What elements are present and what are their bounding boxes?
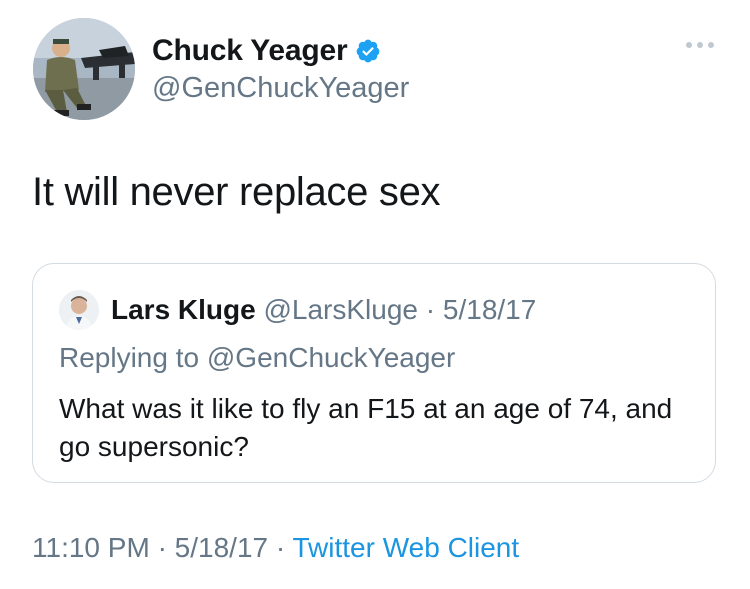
- quoted-tweet-text: What was it like to fly an F15 at an age…: [59, 393, 673, 462]
- author-handle[interactable]: @GenChuckYeager: [152, 72, 409, 105]
- meta-separator-2: ·: [268, 532, 292, 563]
- more-options-icon[interactable]: [684, 38, 716, 50]
- quoted-author-avatar[interactable]: [59, 290, 99, 330]
- replying-to-line: Replying to @GenChuckYeager: [59, 342, 455, 374]
- tweet-meta-row: 11:10 PM · 5/18/17 · Twitter Web Client: [32, 532, 519, 564]
- author-name[interactable]: Chuck Yeager: [152, 34, 348, 68]
- tweet-date[interactable]: 5/18/17: [175, 532, 268, 563]
- quoted-tweet-header: Lars Kluge @LarsKluge · 5/18/17: [111, 294, 536, 326]
- tweet-source-link[interactable]: Twitter Web Client: [292, 532, 519, 563]
- quoted-author-avatar-image: [59, 290, 99, 330]
- quoted-tweet-card[interactable]: Lars Kluge @LarsKluge · 5/18/17 Replying…: [32, 263, 716, 483]
- author-avatar[interactable]: [33, 18, 135, 120]
- author-name-row: Chuck Yeager: [152, 34, 381, 68]
- tweet-text: It will never replace sex: [32, 170, 441, 214]
- meta-separator-dot-2: ·: [275, 532, 286, 563]
- quoted-author-handle[interactable]: @LarsKluge: [263, 294, 418, 325]
- author-avatar-image: [33, 18, 135, 120]
- meta-separator-1: ·: [150, 532, 175, 563]
- quoted-date[interactable]: 5/18/17: [443, 294, 536, 325]
- quoted-separator: ·: [418, 294, 443, 325]
- quoted-author-name[interactable]: Lars Kluge: [111, 294, 256, 325]
- meta-separator-dot-1: ·: [157, 532, 167, 563]
- tweet-time[interactable]: 11:10 PM: [32, 532, 150, 563]
- quoted-separator-dot: ·: [425, 294, 436, 325]
- verified-badge-icon: [355, 38, 381, 64]
- replying-to-label: Replying to: [59, 342, 200, 373]
- replying-to-handle[interactable]: @GenChuckYeager: [207, 342, 455, 373]
